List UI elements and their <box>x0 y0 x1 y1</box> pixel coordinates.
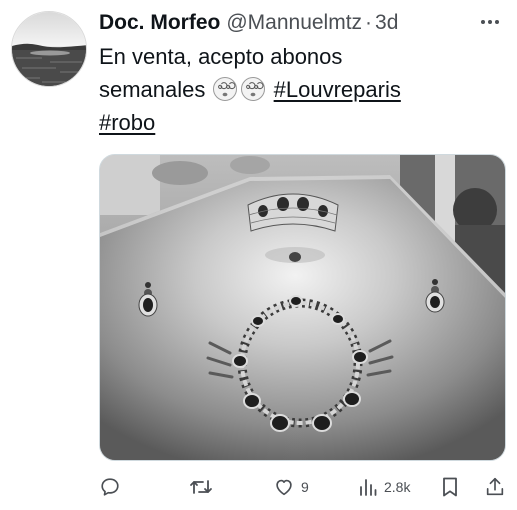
views-icon <box>360 479 377 496</box>
author-name[interactable]: Doc. Morfeo <box>99 11 220 35</box>
tweet-text-line-1: En venta, acepto abonos <box>99 44 343 69</box>
jewelry-photo-image <box>100 155 505 460</box>
tweet-text-word: semanales <box>99 77 206 102</box>
views-count: 2.8k <box>384 479 411 495</box>
views-button[interactable]: 2.8k <box>358 472 410 502</box>
avatar[interactable] <box>11 11 87 87</box>
reply-icon <box>101 478 119 496</box>
tweet-actions: 9 2.8k <box>99 472 511 502</box>
bookmark-button[interactable] <box>441 472 459 502</box>
tweet-text: En venta, acepto abonos semanales #Louvr… <box>99 40 494 139</box>
author-handle[interactable]: @Mannuelmtz <box>226 11 362 35</box>
spiral-eyes-emoji-icon <box>240 77 265 101</box>
tweet-header: Doc. Morfeo @Mannuelmtz · 3d <box>99 9 507 37</box>
retweet-button[interactable] <box>189 472 219 502</box>
spiral-eyes-emoji-icon <box>212 77 237 101</box>
heart-icon <box>276 479 292 496</box>
like-button[interactable]: 9 <box>273 472 309 502</box>
reply-button[interactable] <box>99 472 127 502</box>
more-icon[interactable] <box>475 7 505 37</box>
share-button[interactable] <box>484 472 506 502</box>
hashtag-louvreparis[interactable]: #Louvreparis <box>274 77 401 102</box>
tweet-text-line-3: #robo <box>99 106 494 139</box>
bookmark-icon <box>443 477 457 497</box>
share-icon <box>486 477 504 496</box>
hashtag-robo[interactable]: #robo <box>99 110 155 135</box>
tweet-media-photo[interactable] <box>99 154 506 461</box>
timestamp[interactable]: 3d <box>375 11 398 35</box>
retweet-icon <box>190 480 212 494</box>
avatar-image <box>12 12 86 86</box>
like-count: 9 <box>301 479 309 495</box>
tweet-text-line-2: semanales #Louvreparis <box>99 73 494 106</box>
separator-dot: · <box>365 11 373 34</box>
